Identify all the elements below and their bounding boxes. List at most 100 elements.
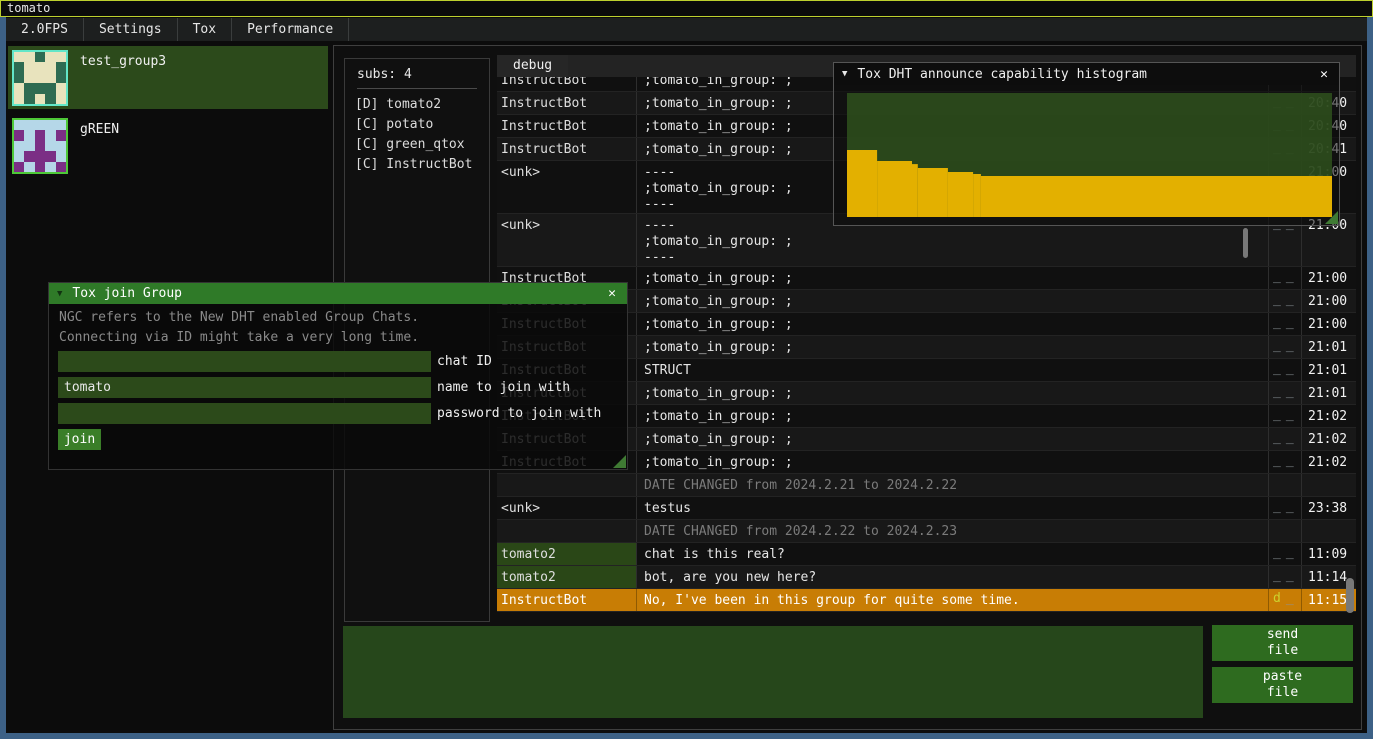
avatar-pixel — [45, 52, 55, 62]
status-mark: _ — [1273, 453, 1281, 468]
message-status: __ — [1268, 313, 1302, 335]
member-item[interactable]: [C] potato — [345, 114, 489, 134]
message-scrollbar[interactable] — [1243, 228, 1248, 258]
avatar-pixel — [45, 120, 55, 130]
close-icon[interactable]: ✕ — [605, 286, 619, 301]
join-button[interactable]: join — [58, 429, 101, 450]
status-mark: _ — [1286, 269, 1294, 284]
avatar-pixel — [14, 94, 24, 104]
tab-debug[interactable]: debug — [497, 55, 568, 77]
chat-row[interactable]: <unk>testus__23:38 — [497, 497, 1356, 520]
avatar-pixel — [24, 120, 34, 130]
avatar-pixel — [35, 120, 45, 130]
member-item[interactable]: [D] tomato2 — [345, 94, 489, 114]
message-status: __ — [1268, 290, 1302, 312]
status-mark: _ — [1273, 384, 1281, 399]
chat-scrollbar[interactable] — [1346, 578, 1354, 613]
send-file-button[interactable]: send file — [1212, 625, 1353, 661]
avatar-pixel — [56, 151, 66, 161]
status-mark: _ — [1286, 407, 1294, 422]
members-list: [D] tomato2[C] potato[C] green_qtox[C] I… — [345, 94, 489, 174]
avatar-pixel — [24, 94, 34, 104]
dht-histogram-titlebar: ▼ Tox DHT announce capability histogram … — [834, 63, 1339, 85]
avatar-pixel — [35, 162, 45, 172]
message-status: __ — [1268, 451, 1302, 473]
status-mark: _ — [1286, 315, 1294, 330]
group-avatar — [12, 118, 68, 174]
avatar-pixel — [45, 130, 55, 140]
message-text: chat is this real? — [637, 543, 1268, 565]
join-group-title: Tox join Group — [72, 286, 605, 301]
avatar-pixel — [35, 83, 45, 93]
menu-tox[interactable]: Tox — [178, 18, 232, 41]
paste-file-button[interactable]: paste file — [1212, 667, 1353, 703]
avatar-pixel — [56, 162, 66, 172]
status-mark: _ — [1273, 430, 1281, 445]
chat-row[interactable]: DATE CHANGED from 2024.2.21 to 2024.2.22 — [497, 474, 1356, 497]
avatar-pixel — [56, 62, 66, 72]
histogram-bars — [847, 93, 1332, 217]
message-time: 11:09 — [1302, 543, 1356, 565]
avatar-pixel — [35, 130, 45, 140]
avatar-pixel — [14, 73, 24, 83]
join-password-field[interactable] — [58, 403, 431, 424]
message-status: __ — [1268, 359, 1302, 381]
message-status: __ — [1268, 497, 1302, 519]
chat-id-field[interactable] — [58, 351, 431, 372]
avatar-pixel — [24, 141, 34, 151]
avatar-pixel — [35, 62, 45, 72]
avatar-pixel — [14, 52, 24, 62]
join-name-field[interactable] — [58, 377, 431, 398]
message-author: tomato2 — [497, 543, 637, 565]
menu-settings[interactable]: Settings — [84, 18, 178, 41]
avatar-pixel — [14, 151, 24, 161]
member-item[interactable]: [C] InstructBot — [345, 154, 489, 174]
avatar-pixel — [14, 162, 24, 172]
avatar-pixel — [35, 151, 45, 161]
message-time — [1302, 474, 1356, 496]
collapse-arrow-icon[interactable]: ▼ — [57, 289, 62, 299]
message-author: <unk> — [497, 497, 637, 519]
join-group-window: ▼ Tox join Group ✕ NGC refers to the New… — [48, 282, 628, 470]
fps-counter: 2.0FPS — [6, 18, 84, 41]
status-mark: _ — [1273, 545, 1281, 560]
message-author: InstructBot — [497, 77, 637, 91]
members-count: subs: 4 — [357, 67, 477, 89]
resize-grip[interactable] — [613, 455, 626, 468]
group-row[interactable]: gREEN — [8, 114, 328, 177]
message-text: ;tomato_in_group: ; — [637, 290, 1268, 312]
join-info-line1: NGC refers to the New DHT enabled Group … — [59, 310, 419, 325]
dht-histogram-plot — [847, 93, 1332, 217]
status-mark: _ — [1273, 292, 1281, 307]
join-info-line2: Connecting via ID might take a very long… — [59, 330, 419, 345]
avatar-pixel — [24, 162, 34, 172]
group-name: gREEN — [68, 114, 119, 177]
avatar-pixel — [56, 141, 66, 151]
window-frame-left — [0, 17, 6, 739]
resize-grip[interactable] — [1325, 211, 1338, 224]
message-time: 23:38 — [1302, 497, 1356, 519]
chat-row[interactable]: InstructBotNo, I've been in this group f… — [497, 589, 1356, 612]
message-status: __ — [1268, 543, 1302, 565]
avatar-pixel — [24, 73, 34, 83]
message-author: InstructBot — [497, 115, 637, 137]
status-mark: _ — [1286, 545, 1294, 560]
message-time: 21:02 — [1302, 428, 1356, 450]
group-list: test_group3gREEN — [8, 46, 328, 182]
window-frame-bottom — [0, 733, 1373, 739]
close-icon[interactable]: ✕ — [1317, 67, 1331, 82]
chat-row[interactable]: tomato2bot, are you new here?__11:14 — [497, 566, 1356, 589]
message-status — [1268, 474, 1302, 496]
message-input[interactable] — [343, 626, 1203, 718]
menu-performance[interactable]: Performance — [232, 18, 349, 41]
chat-row[interactable]: DATE CHANGED from 2024.2.22 to 2024.2.23 — [497, 520, 1356, 543]
chat-row[interactable]: tomato2chat is this real?__11:09 — [497, 543, 1356, 566]
avatar-pixel — [56, 83, 66, 93]
group-avatar — [12, 50, 68, 106]
status-mark: _ — [1273, 338, 1281, 353]
collapse-arrow-icon[interactable]: ▼ — [842, 69, 847, 79]
status-mark: _ — [1286, 453, 1294, 468]
group-row[interactable]: test_group3 — [8, 46, 328, 109]
message-author: InstructBot — [497, 589, 637, 611]
member-item[interactable]: [C] green_qtox — [345, 134, 489, 154]
